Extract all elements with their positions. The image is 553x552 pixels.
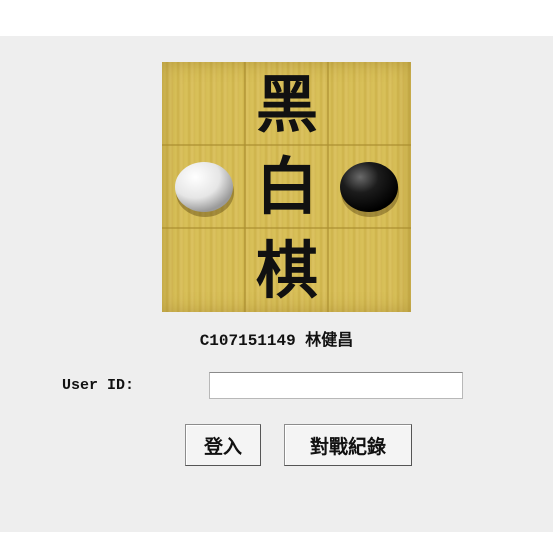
white-stone [175, 162, 233, 212]
black-stone [340, 162, 398, 212]
owner-label: C107151149 林健昌 [199, 332, 354, 350]
user-id-input[interactable] [209, 372, 463, 399]
logo-char-black: 黑 [256, 68, 318, 141]
logo-board: 黑 白 棋 [162, 62, 411, 312]
game-logo: 黑 白 棋 [162, 62, 411, 312]
logo-char-chess: 棋 [256, 234, 318, 307]
user-id-label: User ID: [62, 377, 135, 394]
login-button[interactable]: 登入 [185, 424, 261, 466]
logo-char-white: 白 [256, 150, 318, 223]
records-button[interactable]: 對戰紀錄 [284, 424, 412, 466]
